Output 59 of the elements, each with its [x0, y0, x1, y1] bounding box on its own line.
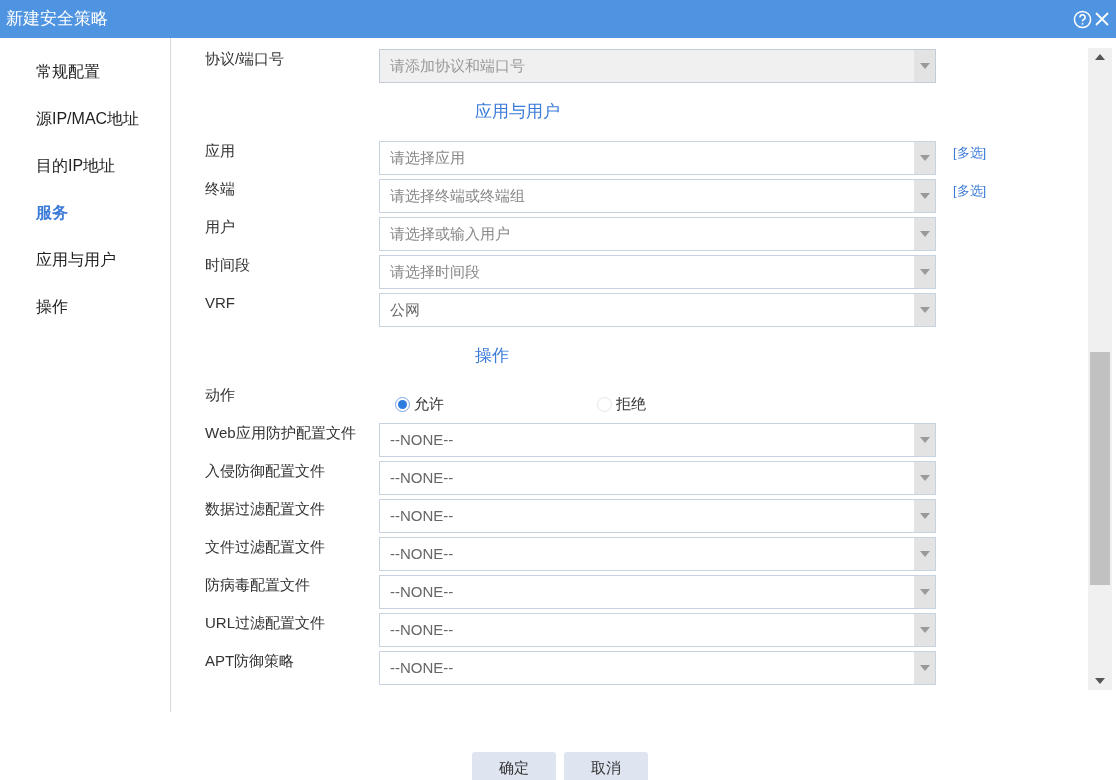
- field-label: 动作: [205, 385, 236, 404]
- field-label: 文件过滤配置文件: [205, 537, 326, 556]
- scrollbar[interactable]: [1088, 48, 1112, 690]
- sidebar-item[interactable]: 操作: [36, 297, 170, 316]
- select-field[interactable]: 请选择时间段: [379, 255, 936, 289]
- select-field[interactable]: --NONE--: [379, 461, 936, 495]
- window-title: 新建安全策略: [6, 8, 108, 31]
- field-label: 入侵防御配置文件: [205, 461, 326, 480]
- sidebar-item[interactable]: 服务: [36, 203, 170, 222]
- scroll-down-icon[interactable]: [1095, 678, 1105, 684]
- caret-icon: [919, 665, 930, 671]
- sidebar-item[interactable]: 目的IP地址: [36, 156, 170, 175]
- select-field[interactable]: --NONE--: [379, 575, 936, 609]
- field-label: URL过滤配置文件: [205, 613, 326, 632]
- caret-icon: [919, 155, 930, 161]
- radio-option[interactable]: 拒绝: [597, 393, 799, 416]
- caret-icon: [919, 269, 930, 275]
- field-label: Web应用防护配置文件: [205, 423, 357, 442]
- caret-icon: [919, 475, 930, 481]
- field-label: 应用: [205, 141, 236, 160]
- help-icon[interactable]: [1073, 9, 1092, 29]
- select-field[interactable]: 公网: [379, 293, 936, 327]
- field-label: 用户: [205, 217, 236, 236]
- field-label: 协议/端口号: [205, 49, 286, 68]
- scroll-up-icon[interactable]: [1095, 54, 1105, 60]
- section-heading: 操作: [475, 345, 509, 368]
- caret-icon: [919, 63, 930, 69]
- select-field[interactable]: 请选择应用: [379, 141, 936, 175]
- field-label: 数据过滤配置文件: [205, 499, 326, 518]
- dialog-button[interactable]: 取消: [564, 752, 648, 780]
- caret-icon: [919, 589, 930, 595]
- sidebar-item[interactable]: 源IP/MAC地址: [36, 109, 170, 128]
- multi-select-link[interactable]: [多选]: [953, 143, 987, 163]
- multi-select-link[interactable]: [多选]: [953, 181, 987, 201]
- caret-icon: [919, 437, 930, 443]
- field-label: APT防御策略: [205, 651, 296, 670]
- sidebar-item[interactable]: 应用与用户: [36, 250, 170, 269]
- caret-icon: [919, 551, 930, 557]
- caret-icon: [919, 193, 930, 199]
- caret-icon: [919, 307, 930, 313]
- section-heading: 应用与用户: [475, 101, 560, 124]
- field-label: 终端: [205, 179, 236, 198]
- caret-icon: [919, 513, 930, 519]
- field-label: 防病毒配置文件: [205, 575, 311, 594]
- close-icon[interactable]: [1094, 11, 1110, 27]
- radio-option[interactable]: 允许: [395, 393, 597, 416]
- caret-icon: [919, 627, 930, 633]
- select-field[interactable]: --NONE--: [379, 423, 936, 457]
- select-field[interactable]: 请选择终端或终端组: [379, 179, 936, 213]
- field-label: 时间段: [205, 255, 251, 274]
- select-field[interactable]: --NONE--: [379, 499, 936, 533]
- caret-icon: [919, 231, 930, 237]
- select-field[interactable]: --NONE--: [379, 651, 936, 685]
- field-label: VRF: [205, 293, 236, 312]
- select-field[interactable]: 请选择或输入用户: [379, 217, 936, 251]
- dialog-button[interactable]: 确定: [472, 752, 556, 780]
- select-field[interactable]: --NONE--: [379, 537, 936, 571]
- sidebar-item[interactable]: 常规配置: [36, 62, 170, 81]
- select-field[interactable]: --NONE--: [379, 613, 936, 647]
